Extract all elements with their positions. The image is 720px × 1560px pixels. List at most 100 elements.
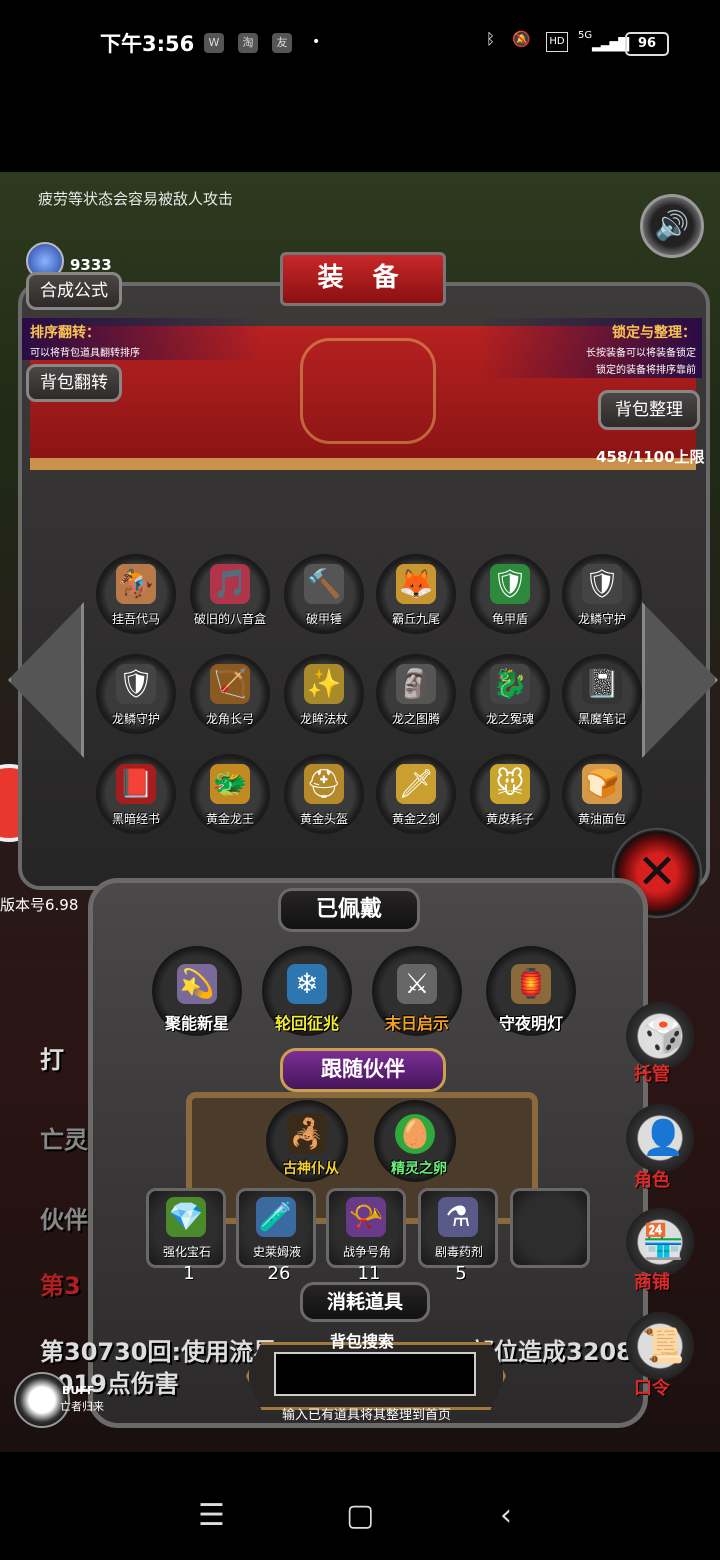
companion-item[interactable]: 🦂 古神仆从: [266, 1100, 348, 1182]
friend-notification-icon: 友: [272, 33, 292, 53]
log-line: 第30730回:使用流星: [40, 1338, 278, 1366]
consumable-empty-slot[interactable]: [510, 1188, 590, 1268]
bag-item[interactable]: 🛡 龟甲盾: [470, 554, 550, 634]
dark-book-icon: 📓: [582, 664, 622, 704]
bow-icon: 🏹: [210, 664, 250, 704]
enhance-gem-icon: 💎: [166, 1197, 206, 1237]
bag-item[interactable]: 🐉 龙之冤魂: [470, 654, 550, 734]
mute-icon: 🔕: [512, 30, 531, 48]
consumables-title: 消耗道具: [300, 1282, 430, 1322]
consumable-item[interactable]: ⚗ 剧毒药剂 5: [418, 1188, 498, 1284]
worn-item[interactable]: 🏮 守夜明灯: [486, 946, 576, 1036]
horse-rider-icon: 🏇: [116, 564, 156, 604]
bag-item[interactable]: 🗿 龙之图腾: [376, 654, 456, 734]
bag-item[interactable]: 🏇 挂吾代马: [96, 554, 176, 634]
organize-bag-button[interactable]: 背包整理: [598, 390, 700, 430]
bag-item[interactable]: ⛑ 黄金头盔: [284, 754, 364, 834]
shop-button[interactable]: 🏪: [626, 1208, 694, 1276]
bag-item[interactable]: 🛡 龙鳞守护: [562, 554, 642, 634]
lock-hint: 锁定与整理： 长按装备可以将装备锁定 锁定的装备将排序靠前: [480, 318, 702, 378]
dragon-armor-icon: 🛡: [582, 564, 622, 604]
lantern-icon: 🏮: [511, 964, 551, 1004]
bag-item[interactable]: 🦊 霸丘九尾: [376, 554, 456, 634]
shop-label: 商铺: [634, 1272, 670, 1293]
character-label: 角色: [634, 1170, 670, 1191]
hooded-figure-icon: 👤: [642, 1118, 685, 1158]
crossed-swords-emblem-icon: [300, 338, 436, 444]
menu-icon[interactable]: ☰: [198, 1498, 225, 1533]
consumable-item[interactable]: 💎 强化宝石 1: [146, 1188, 226, 1284]
dragon-spirit-icon: 🐉: [490, 664, 530, 704]
sound-toggle-button[interactable]: 🔊: [640, 194, 704, 258]
shop-icon: 🏪: [642, 1222, 685, 1262]
crossed-axes-icon: ⚔: [397, 964, 437, 1004]
tip-text: 疲劳等状态会容易被敌人攻击: [38, 190, 234, 208]
turtle-shield-icon: 🛡: [490, 564, 530, 604]
nine-tail-icon: 🦊: [396, 564, 436, 604]
scripture-book-icon: 📕: [116, 764, 156, 804]
dice-icon: 🎲: [642, 1016, 685, 1056]
companion-item[interactable]: 🥚 精灵之卵: [374, 1100, 456, 1182]
character-button[interactable]: 👤: [626, 1104, 694, 1172]
nova-icon: 💫: [177, 964, 217, 1004]
log-line: 第3: [40, 1272, 81, 1300]
lock-hint-desc1: 长按装备可以将装备锁定: [586, 348, 696, 359]
search-hint: 输入已有道具将其整理到首页: [282, 1408, 452, 1423]
lock-hint-desc2: 锁定的装备将排序靠前: [596, 365, 696, 376]
home-icon[interactable]: ▢: [346, 1498, 374, 1533]
search-input[interactable]: [274, 1352, 476, 1396]
bag-item[interactable]: 📕 黑暗经书: [96, 754, 176, 834]
bag-item[interactable]: ✨ 龙眸法杖: [284, 654, 364, 734]
bag-item[interactable]: 🔨 破甲锤: [284, 554, 364, 634]
buff-title: BUFF: [62, 1384, 95, 1397]
dragon-armor-icon: 🛡: [116, 664, 156, 704]
command-button[interactable]: 📜: [626, 1312, 694, 1380]
staff-icon: ✨: [304, 664, 344, 704]
bag-item[interactable]: 📓 黑魔笔记: [562, 654, 642, 734]
worn-item[interactable]: 💫 聚能新星: [152, 946, 242, 1036]
buff-name: 亡者归来: [60, 1400, 104, 1413]
bag-item[interactable]: 🐲 黄金龙王: [190, 754, 270, 834]
bag-item[interactable]: 🐭 黄皮耗子: [470, 754, 550, 834]
back-icon[interactable]: ‹: [500, 1498, 512, 1533]
bag-item[interactable]: 🎵 破旧的八音盒: [190, 554, 270, 634]
worn-item[interactable]: ❄ 轮回征兆: [262, 946, 352, 1036]
companion-title: 跟随伙伴: [280, 1048, 446, 1092]
scroll-icon: 📜: [642, 1326, 685, 1366]
battery-indicator: 96: [625, 32, 669, 56]
hd-icon: HD: [546, 32, 568, 52]
poison-potion-icon: ⚗: [438, 1197, 478, 1237]
log-line: 伙伴: [40, 1206, 88, 1234]
flip-bag-button[interactable]: 背包翻转: [26, 364, 122, 402]
equipment-title: 装 备: [280, 252, 446, 306]
worn-item[interactable]: ⚔ 末日启示: [372, 946, 462, 1036]
log-line: 打: [40, 1046, 64, 1074]
bag-item[interactable]: 🏹 龙角长弓: [190, 654, 270, 734]
command-label: 口令: [634, 1378, 670, 1399]
golden-sword-icon: 🗡: [396, 764, 436, 804]
bag-item[interactable]: 🍞 黄油面包: [562, 754, 642, 834]
war-horn-icon: 📯: [346, 1197, 386, 1237]
dragon-totem-icon: 🗿: [396, 664, 436, 704]
auto-manage-label: 托管: [634, 1064, 670, 1085]
golden-dragon-icon: 🐲: [210, 764, 250, 804]
speaker-icon: 🔊: [654, 209, 690, 242]
consumable-item[interactable]: 🧪 史莱姆液 26: [236, 1188, 316, 1284]
bag-item[interactable]: 🗡 黄金之剑: [376, 754, 456, 834]
search-title: 背包搜索: [330, 1332, 395, 1351]
lock-hint-title: 锁定与整理：: [612, 325, 696, 341]
yellow-mouse-icon: 🐭: [490, 764, 530, 804]
formula-button[interactable]: 合成公式: [26, 272, 122, 310]
sort-hint-title: 排序翻转：: [30, 325, 100, 341]
network-type: 5G: [578, 30, 593, 41]
log-line: 亡灵: [40, 1126, 88, 1154]
slime-potion-icon: 🧪: [256, 1197, 296, 1237]
butter-bread-icon: 🍞: [582, 764, 622, 804]
sort-hint: 排序翻转： 可以将背包道具翻转排序: [22, 318, 262, 360]
spirit-egg-icon: 🥚: [395, 1114, 435, 1154]
bag-item[interactable]: 🛡 龙鳞守护: [96, 654, 176, 734]
consumable-item[interactable]: 📯 战争号角 11: [326, 1188, 406, 1284]
sort-hint-desc: 可以将背包道具翻转排序: [30, 348, 140, 359]
version-label: 版本号6.98: [0, 896, 79, 914]
bag-capacity: 458/1100上限: [596, 448, 705, 466]
